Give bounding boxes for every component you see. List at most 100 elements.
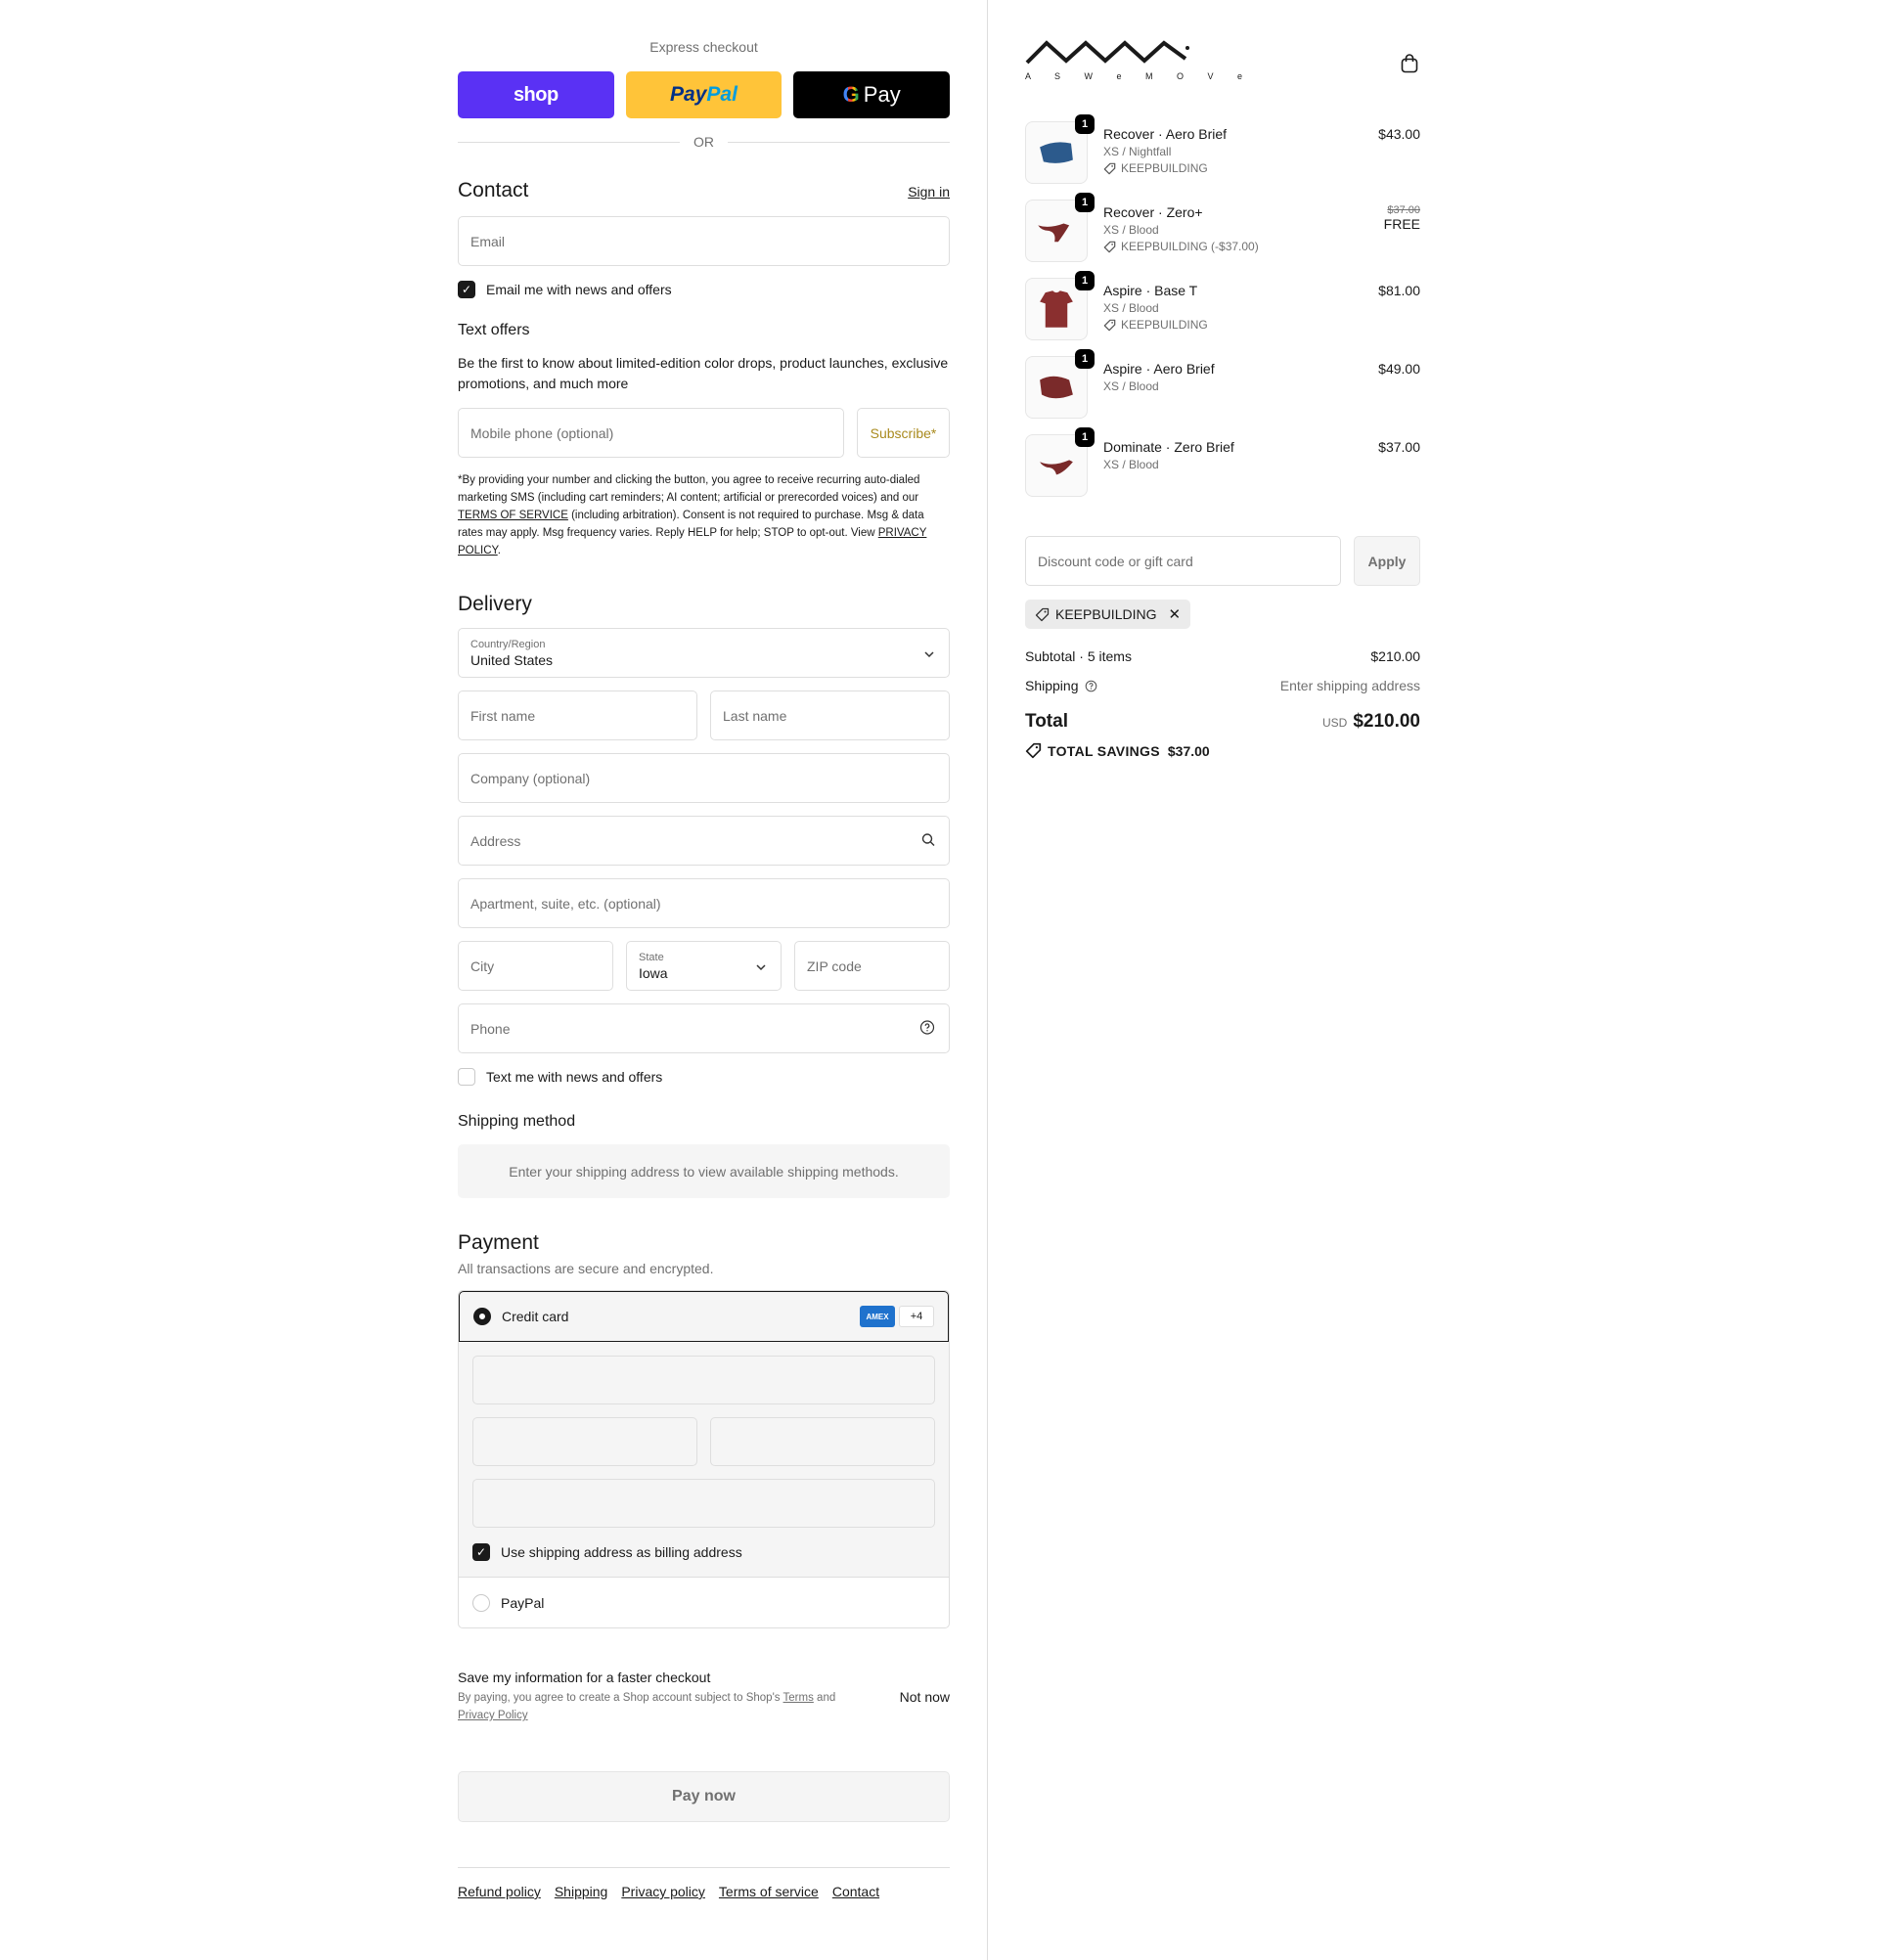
footer-contact[interactable]: Contact [832, 1884, 879, 1899]
sms-disclaimer: *By providing your number and clicking t… [458, 471, 950, 559]
apartment-placeholder: Apartment, suite, etc. (optional) [470, 895, 661, 912]
card-expiry-field[interactable] [472, 1417, 697, 1466]
chevron-down-icon [923, 646, 935, 661]
subtotal-label: Subtotal · 5 items [1025, 648, 1132, 664]
city-field[interactable]: City [458, 941, 613, 991]
mobile-placeholder: Mobile phone (optional) [470, 424, 614, 441]
shipping-label: Shipping [1025, 678, 1079, 693]
paypal-button[interactable]: Pay Pal [625, 71, 782, 118]
terms-of-service-link[interactable]: TERMS OF SERVICE [458, 510, 568, 521]
product-price: $37.00 [1378, 439, 1420, 455]
last-name-field[interactable]: Last name [710, 690, 950, 740]
contact-header: Contact Sign in [458, 179, 950, 202]
state-select[interactable]: State Iowa [626, 941, 782, 991]
savings-label: TOTAL SAVINGS [1048, 742, 1160, 759]
card-cvv-field[interactable] [710, 1417, 935, 1466]
shop-privacy-link[interactable]: Privacy Policy [458, 1710, 528, 1721]
apartment-field[interactable]: Apartment, suite, etc. (optional) [458, 878, 950, 928]
text-offers-heading: Text offers [458, 322, 530, 338]
savings-value: $37.00 [1167, 742, 1210, 759]
quantity-badge: 1 [1075, 427, 1095, 447]
cart-item: 1 Aspire · Aero Brief XS / Blood $49.00 [1025, 349, 1420, 419]
company-field[interactable]: Company (optional) [458, 753, 950, 803]
card-name-field[interactable] [472, 1479, 935, 1528]
tag-icon [1025, 742, 1042, 759]
paypal-label: PayPal [501, 1594, 545, 1611]
mobile-phone-field[interactable]: Mobile phone (optional) [458, 408, 844, 458]
cart-item: 1 Aspire · Base T XS / Blood KEEPBUILDIN… [1025, 271, 1420, 340]
email-news-checkbox[interactable]: ✓ [458, 281, 475, 298]
footer-links: Refund policy Shipping Privacy policy Te… [458, 1867, 950, 1899]
text-news-checkbox[interactable] [458, 1068, 475, 1086]
shop-pay-button[interactable]: shop [458, 71, 614, 118]
brand-logo[interactable]: A S W e M O V e [1025, 39, 1253, 81]
shop-pay-label: shop [513, 83, 559, 106]
subtotal-value: $210.00 [1370, 648, 1420, 664]
paypal-logo-pay: Pay [670, 83, 707, 106]
first-name-field[interactable]: First name [458, 690, 697, 740]
zip-field[interactable]: ZIP code [794, 941, 950, 991]
state-label: State [639, 951, 664, 963]
checkout-form: Express checkout shop Pay Pal G Pay OR Con… [458, 0, 951, 1899]
card-expiry-cvv-row [472, 1417, 935, 1466]
product-info: Aspire · Base T XS / Blood KEEPBUILDING [1103, 278, 1420, 340]
product-thumbnail: 1 [1025, 427, 1095, 497]
discount-code-field[interactable]: Discount code or gift card [1025, 536, 1341, 586]
paypal-option[interactable]: PayPal [459, 1578, 949, 1627]
card-brand-badges: AMEX +4 [860, 1306, 934, 1327]
product-price-value: $49.00 [1378, 361, 1420, 377]
product-price: $37.00 FREE [1384, 204, 1420, 232]
credit-card-radio[interactable] [473, 1308, 491, 1325]
address-field[interactable]: Address [458, 816, 950, 866]
delivery-header: Delivery [458, 593, 950, 616]
product-discount: KEEPBUILDING (-$37.00) [1103, 240, 1420, 253]
divider-line [728, 141, 950, 143]
phone-field[interactable]: Phone [458, 1003, 950, 1053]
billing-same-option[interactable]: ✓ Use shipping address as billing addres… [472, 1543, 935, 1561]
credit-card-option[interactable]: Credit card AMEX +4 [459, 1291, 949, 1342]
product-info: Recover · Zero+ XS / Blood KEEPBUILDING … [1103, 200, 1420, 262]
google-g-icon: G [842, 82, 860, 107]
product-thumbnail: 1 [1025, 114, 1095, 184]
footer-shipping[interactable]: Shipping [555, 1884, 608, 1899]
google-pay-button[interactable]: G Pay [793, 71, 951, 118]
product-name: Aspire · Base T [1103, 283, 1198, 298]
chevron-down-icon [755, 958, 767, 974]
sign-in-link[interactable]: Sign in [908, 184, 950, 200]
shipping-method-info: Enter your shipping address to view avai… [458, 1144, 950, 1198]
footer-terms-of-service[interactable]: Terms of service [719, 1884, 819, 1899]
email-news-option[interactable]: ✓ Email me with news and offers [458, 281, 950, 298]
total-savings: TOTAL SAVINGS $37.00 [1025, 742, 1420, 759]
phone-placeholder: Phone [470, 1020, 511, 1037]
tag-icon [1103, 319, 1116, 332]
product-old-price: $37.00 [1387, 204, 1420, 216]
shipping-label-group: Shipping [1025, 678, 1097, 693]
help-circle-icon[interactable] [1085, 680, 1097, 692]
shop-terms-link[interactable]: Terms [783, 1692, 814, 1704]
billing-same-checkbox[interactable]: ✓ [472, 1543, 490, 1561]
help-circle-icon[interactable] [919, 1019, 935, 1038]
delivery-heading: Delivery [458, 593, 532, 615]
product-info: Recover · Aero Brief XS / Nightfall KEEP… [1103, 121, 1420, 184]
shopping-bag-icon[interactable] [1399, 53, 1420, 77]
product-name: Recover · Zero+ [1103, 204, 1203, 220]
credit-card-label: Credit card [502, 1309, 569, 1324]
shipping-value: Enter shipping address [1279, 678, 1420, 693]
not-now-button[interactable]: Not now [900, 1689, 950, 1705]
email-field[interactable]: Email [458, 216, 950, 266]
pay-now-button[interactable]: Pay now [458, 1771, 950, 1822]
country-value: United States [470, 651, 554, 668]
product-price: $49.00 [1378, 361, 1420, 377]
remove-discount-icon[interactable]: ✕ [1168, 605, 1181, 623]
card-number-field[interactable] [472, 1356, 935, 1404]
product-price-value: $81.00 [1378, 283, 1420, 298]
discount-placeholder: Discount code or gift card [1038, 553, 1193, 569]
text-news-option[interactable]: Text me with news and offers [458, 1068, 950, 1086]
country-select[interactable]: Country/Region United States [458, 628, 950, 678]
footer-refund-policy[interactable]: Refund policy [458, 1884, 541, 1899]
subscribe-button[interactable]: Subscribe* [857, 408, 950, 458]
express-checkout-title: Express checkout [649, 39, 758, 55]
apply-discount-button[interactable]: Apply [1354, 536, 1420, 586]
paypal-radio[interactable] [472, 1593, 490, 1612]
footer-privacy-policy[interactable]: Privacy policy [621, 1884, 705, 1899]
